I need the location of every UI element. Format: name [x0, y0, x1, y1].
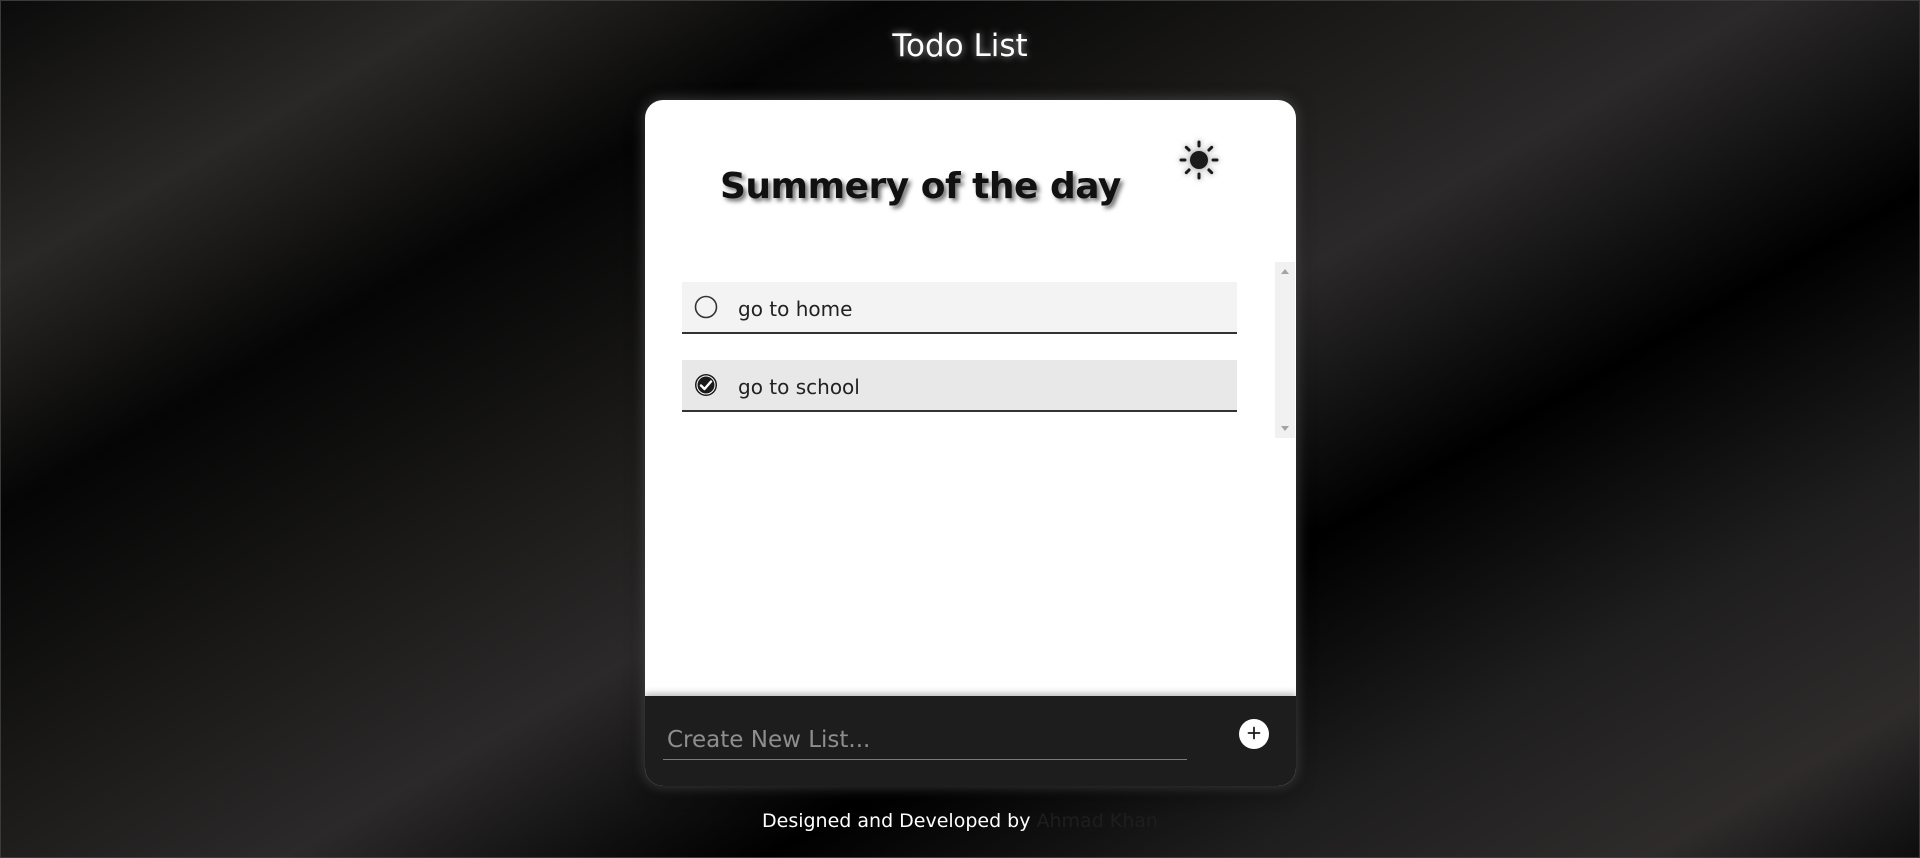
scroll-up-arrow-icon[interactable] — [1281, 269, 1289, 274]
todo-item[interactable]: go to school — [682, 360, 1237, 412]
new-list-bar — [645, 696, 1296, 786]
todo-card: Summery of the day go to home go to scho… — [645, 100, 1296, 786]
todo-item-text: go to school — [738, 375, 860, 399]
author-link[interactable]: Ahmad Khan — [1037, 810, 1158, 832]
credit-footer: Designed and Developed by Ahmad Khan — [0, 810, 1920, 832]
app-title: Todo List — [892, 28, 1028, 64]
list-scrollbar[interactable] — [1275, 262, 1295, 438]
unchecked-circle-icon[interactable] — [694, 295, 718, 319]
todo-list-container: go to home go to school — [682, 262, 1295, 438]
todo-item-text: go to home — [738, 297, 853, 321]
new-list-input[interactable] — [663, 720, 1187, 760]
todo-list: go to home go to school — [682, 262, 1238, 438]
todo-item[interactable]: go to home — [682, 282, 1237, 334]
checked-circle-icon[interactable] — [694, 373, 718, 397]
scroll-down-arrow-icon[interactable] — [1281, 426, 1289, 431]
plus-icon — [1246, 725, 1262, 744]
sun-icon[interactable] — [1177, 138, 1221, 182]
credit-text: Designed and Developed by — [762, 810, 1031, 832]
card-heading: Summery of the day — [720, 166, 1121, 207]
add-list-button[interactable] — [1239, 719, 1269, 749]
